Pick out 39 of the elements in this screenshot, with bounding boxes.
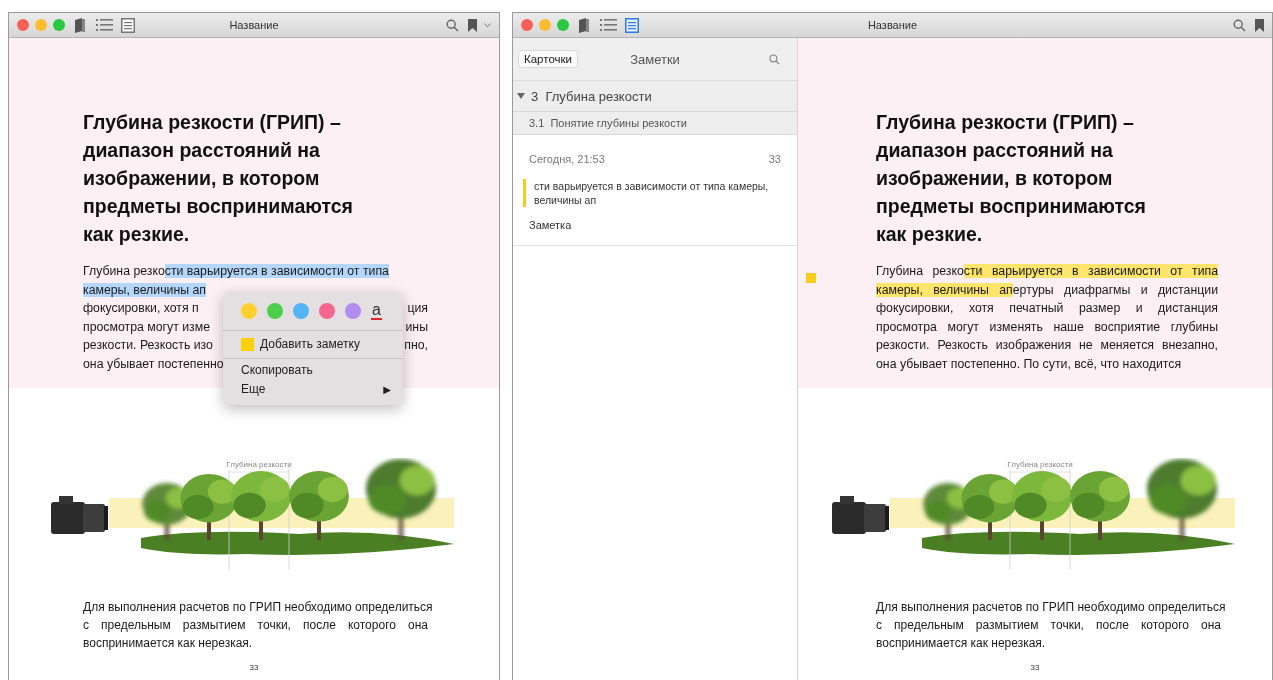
note-quote: сти варьируется в зависимости от типа камеры, величины ап [523,179,769,207]
page-icon[interactable] [623,17,641,33]
close-icon[interactable] [521,19,533,31]
chapter-row[interactable]: 3 Глубина резкости [513,81,797,112]
note-card[interactable]: Сегодня, 21:53 33 сти варьируется в зависимости от типа камеры, величины ап Заметка [513,135,797,246]
diagram-label: Глубина резкости [226,460,292,469]
window-title: Название [867,19,918,31]
section-row[interactable]: 3.1 Понятие глубины резкости [513,112,797,135]
page-icon[interactable] [119,17,137,33]
window-title: Название [229,19,279,31]
note-icon [241,338,254,351]
note-date: Сегодня, 21:53 [529,153,605,165]
diagram-label: Глубина резкости [1007,460,1073,469]
color-swatch[interactable] [267,303,283,319]
menu-item[interactable]: Добавить заметку [223,333,403,356]
note-page-number: 33 [768,153,781,165]
note-text: Заметка [529,219,573,231]
bookmark-icon[interactable] [467,17,477,33]
close-icon[interactable] [17,19,29,31]
disclosure-triangle-icon[interactable] [517,92,525,100]
menu-item[interactable]: Еще ▶ [223,380,403,399]
list-icon[interactable] [599,17,617,33]
sidebar-title: Заметки [630,51,680,67]
heading: Глубина резкости (ГРИП) – диапазон расстояний на изображении, в котором предметы воспринимаются как резкие. [83,110,354,247]
color-swatch[interactable] [319,303,335,319]
underline-button[interactable]: a [371,302,382,320]
note-marker[interactable] [806,273,816,283]
heading: Глубина резкости (ГРИП) – диапазон расстояний на изображении, в котором предметы воспринимаются как резкие. [876,110,1147,247]
color-swatch[interactable] [241,303,257,319]
color-swatch[interactable] [293,303,309,319]
zoom-icon[interactable] [53,19,65,31]
bookmark-icon[interactable] [1254,17,1264,33]
menu-item[interactable]: Скопировать [223,361,403,380]
page-number: 33 [1030,663,1040,672]
list-icon[interactable] [95,17,113,33]
zoom-icon[interactable] [557,19,569,31]
cards-button[interactable]: Карточки [518,50,578,68]
color-swatch[interactable] [345,303,361,319]
page-number: 33 [249,663,259,672]
